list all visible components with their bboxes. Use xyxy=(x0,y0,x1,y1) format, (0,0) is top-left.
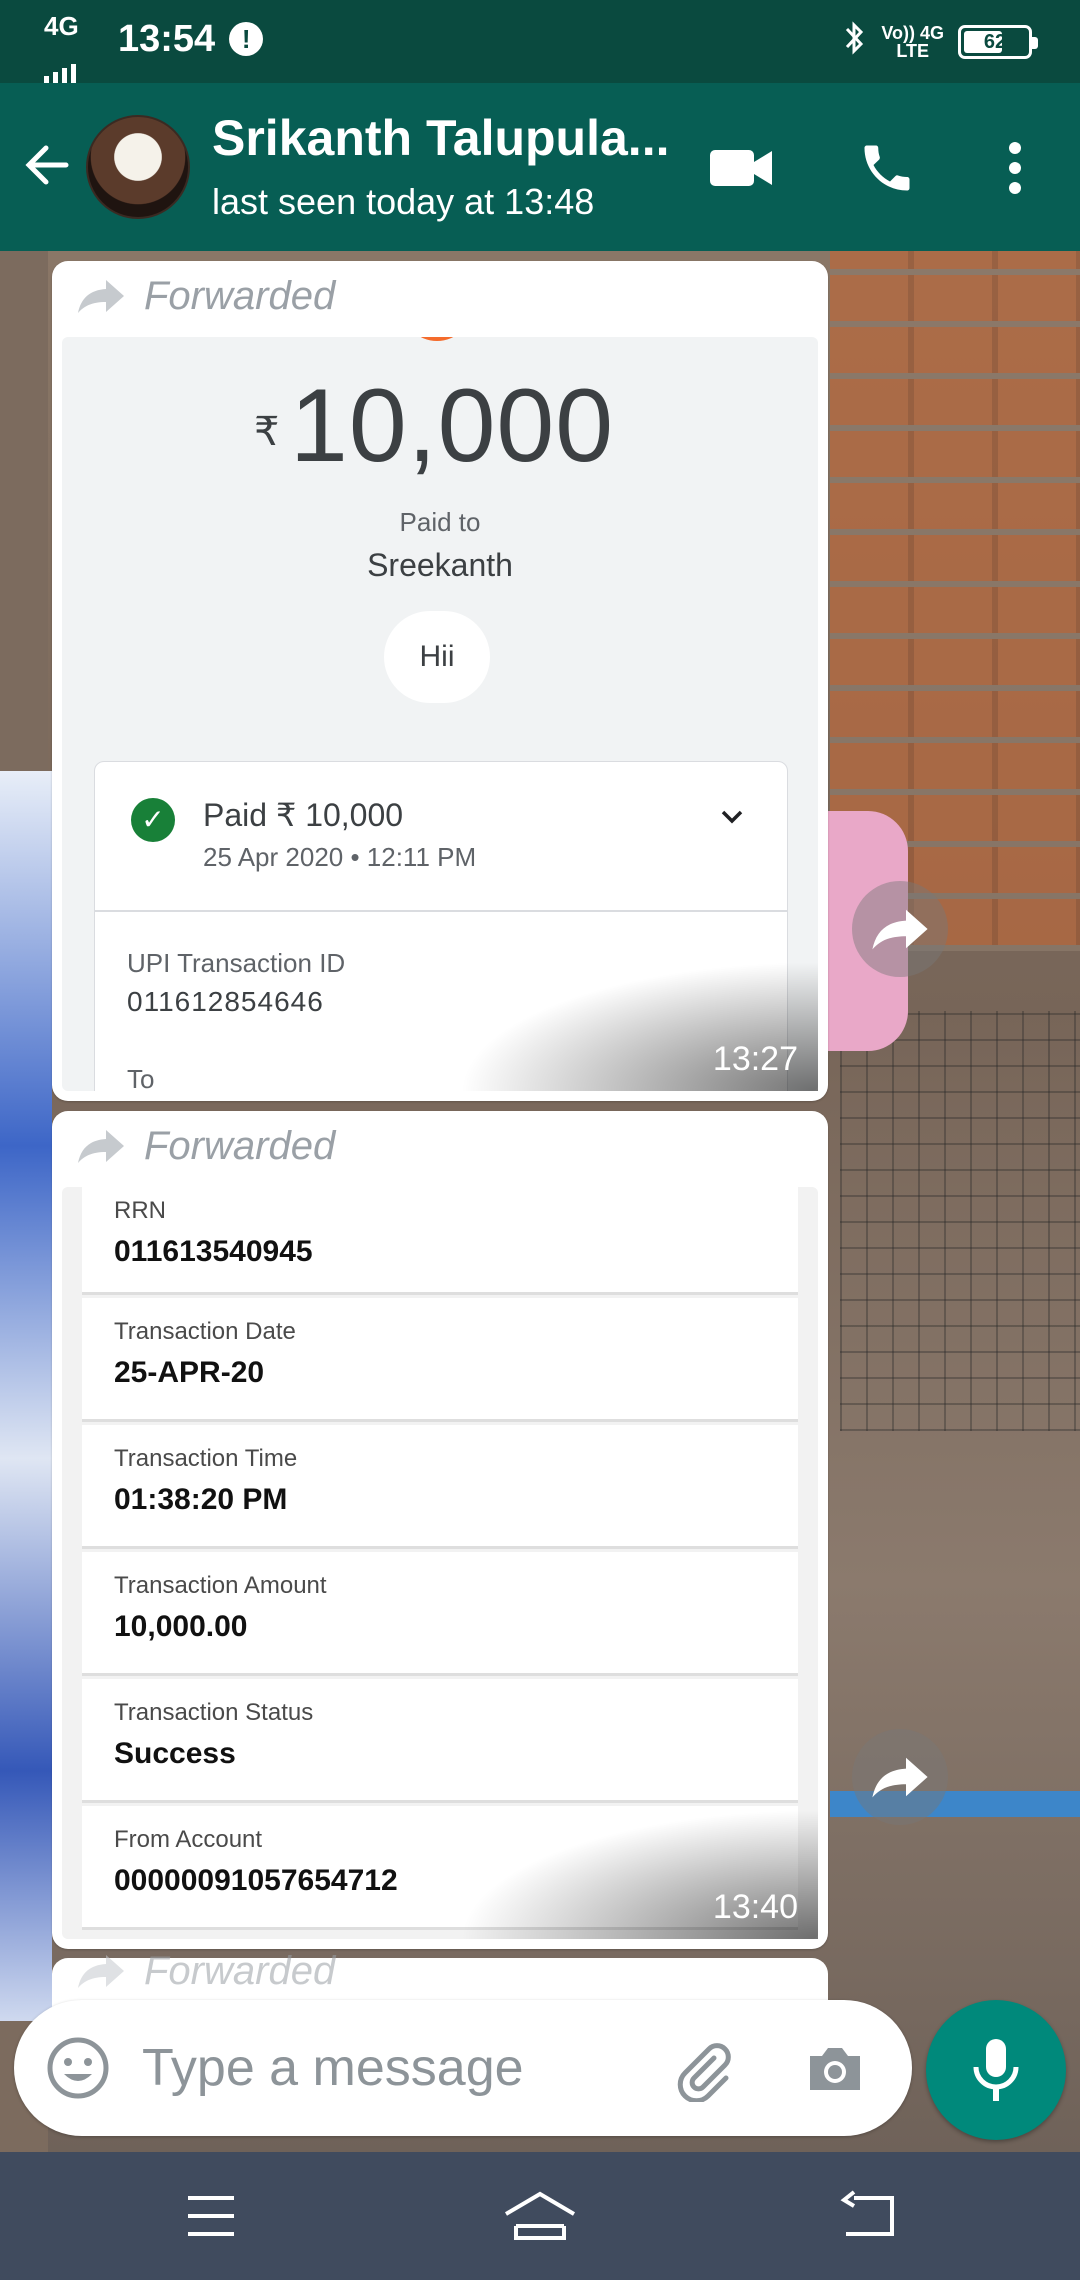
forwarded-label: Forwarded xyxy=(144,1948,336,1993)
forwarded-label: Forwarded xyxy=(144,273,336,318)
bluetooth-icon xyxy=(843,20,867,64)
status-bar: 4G 13:54 ! Vo)) 4G LTE 62 xyxy=(0,0,1080,84)
signal-indicator: 4G xyxy=(44,11,84,84)
forwarded-tag: Forwarded xyxy=(76,1946,335,1996)
receipt-row-value: 10,000.00 xyxy=(114,1610,248,1643)
last-seen-status: last seen today at 13:48 xyxy=(212,181,595,222)
receipt-row-label: RRN xyxy=(114,1197,166,1224)
volte-top: Vo)) 4G xyxy=(881,23,944,43)
upi-id-label: UPI Transaction ID xyxy=(127,948,346,978)
more-options-button[interactable] xyxy=(980,133,1050,203)
receipt-row: Transaction Status Success xyxy=(82,1679,798,1803)
paid-to-label: Paid to xyxy=(399,507,481,537)
receipt-row-value: 00000091057654712 xyxy=(114,1864,398,1897)
microphone-icon xyxy=(973,2039,1019,2101)
forwarded-icon xyxy=(78,1955,124,1988)
back-arrow-icon xyxy=(25,145,69,185)
camera-icon xyxy=(810,2048,860,2090)
status-time: 13:54 xyxy=(118,17,216,60)
home-icon xyxy=(504,2191,576,2240)
back-button[interactable] xyxy=(18,135,78,195)
message-bubble[interactable]: Forwarded ₹ 10,000 Paid to Sreekanth Hii… xyxy=(52,261,828,1101)
receipt-row-label: Transaction Time xyxy=(114,1445,298,1472)
receipt-row-label: From Account xyxy=(114,1826,263,1853)
phone-icon xyxy=(864,145,910,191)
receipt-row-label: Transaction Amount xyxy=(114,1572,327,1599)
battery-tip xyxy=(1032,37,1038,49)
status-left: 4G 13:54 ! xyxy=(44,11,264,84)
payment-amount: 10,000 xyxy=(290,368,615,484)
message-composer xyxy=(14,2000,912,2136)
rupee-symbol: ₹ xyxy=(254,410,280,454)
receipt-row: RRN 011613540945 xyxy=(82,1187,798,1295)
volte-indicator: Vo)) 4G LTE xyxy=(881,24,944,60)
emoji-icon xyxy=(47,2037,109,2099)
receipt-row-value: 011613540945 xyxy=(114,1235,313,1268)
payee-name: Sreekanth xyxy=(367,547,513,583)
home-button[interactable] xyxy=(502,2186,576,2246)
card-divider xyxy=(95,910,787,912)
battery-icon: 62 xyxy=(958,25,1038,59)
chevron-down-icon xyxy=(721,810,743,824)
payment-note: Hii xyxy=(384,611,490,703)
forward-button[interactable] xyxy=(852,1729,948,1825)
alert-icon: ! xyxy=(229,22,264,56)
receipt-row: Transaction Time 01:38:20 PM xyxy=(82,1425,798,1549)
recents-button[interactable] xyxy=(176,2186,246,2246)
forwarded-tag: Forwarded xyxy=(76,1121,335,1171)
voice-record-button[interactable] xyxy=(926,2000,1066,2140)
volte-bottom: LTE xyxy=(896,41,929,61)
forwarded-icon xyxy=(78,1130,124,1163)
more-vert-icon xyxy=(1009,142,1021,194)
forwarded-icon xyxy=(78,280,124,313)
share-arrow-icon xyxy=(872,909,928,950)
chat-header: Srikanth Talupula... last seen today at … xyxy=(0,83,1080,251)
message-time: 13:27 xyxy=(712,1040,798,1078)
menu-lines-icon xyxy=(188,2196,234,2236)
back-nav-icon xyxy=(840,2190,894,2236)
network-type: 4G xyxy=(44,11,79,41)
voice-call-button[interactable] xyxy=(852,133,922,203)
status-right: Vo)) 4G LTE 62 xyxy=(843,20,1038,64)
paid-line: Paid ₹ 10,000 xyxy=(203,797,404,833)
attach-button[interactable] xyxy=(670,2036,736,2104)
contact-avatar[interactable] xyxy=(86,115,190,219)
video-camera-icon xyxy=(710,150,772,186)
emoji-button[interactable] xyxy=(44,2034,112,2102)
battery-level: 62 xyxy=(983,31,1007,53)
receipt-row: Transaction Amount 10,000.00 xyxy=(82,1552,798,1676)
forwarded-tag: Forwarded xyxy=(76,271,335,321)
check-circle-icon: ✓ xyxy=(131,798,175,842)
camera-button[interactable] xyxy=(802,2036,868,2102)
message-bubble[interactable]: Forwarded RRN 011613540945 Transaction D… xyxy=(52,1111,828,1949)
receipt-row-label: Transaction Status xyxy=(114,1699,314,1726)
system-nav-bar xyxy=(0,2152,1080,2280)
back-nav-button[interactable] xyxy=(834,2186,904,2246)
upi-id-value: 011612854646 xyxy=(127,986,324,1017)
receipt-row-value: 25-APR-20 xyxy=(114,1356,265,1389)
video-call-button[interactable] xyxy=(706,133,776,203)
receipt-row-value: Success xyxy=(114,1737,236,1770)
payment-date: 25 Apr 2020 • 12:11 PM xyxy=(203,842,477,872)
message-time: 13:40 xyxy=(712,1888,798,1926)
message-input[interactable] xyxy=(142,2028,662,2108)
share-arrow-icon xyxy=(872,1757,928,1798)
forward-button[interactable] xyxy=(852,881,948,977)
wallpaper-cloth xyxy=(0,771,52,2021)
forwarded-label: Forwarded xyxy=(144,1123,336,1168)
paperclip-icon xyxy=(677,2043,731,2104)
payee-avatar-edge xyxy=(402,337,472,341)
receipt-row-label: Transaction Date xyxy=(114,1318,296,1345)
signal-bars-icon xyxy=(44,62,76,84)
to-label: To xyxy=(127,1064,155,1091)
receipt-row: Transaction Date 25-APR-20 xyxy=(82,1298,798,1422)
contact-name[interactable]: Srikanth Talupula... xyxy=(212,109,669,167)
chat-area[interactable]: Forwarded ₹ 10,000 Paid to Sreekanth Hii… xyxy=(0,251,1080,2152)
receipt-row-value: 01:38:20 PM xyxy=(114,1483,288,1516)
wallpaper-grid xyxy=(840,1011,1080,1431)
